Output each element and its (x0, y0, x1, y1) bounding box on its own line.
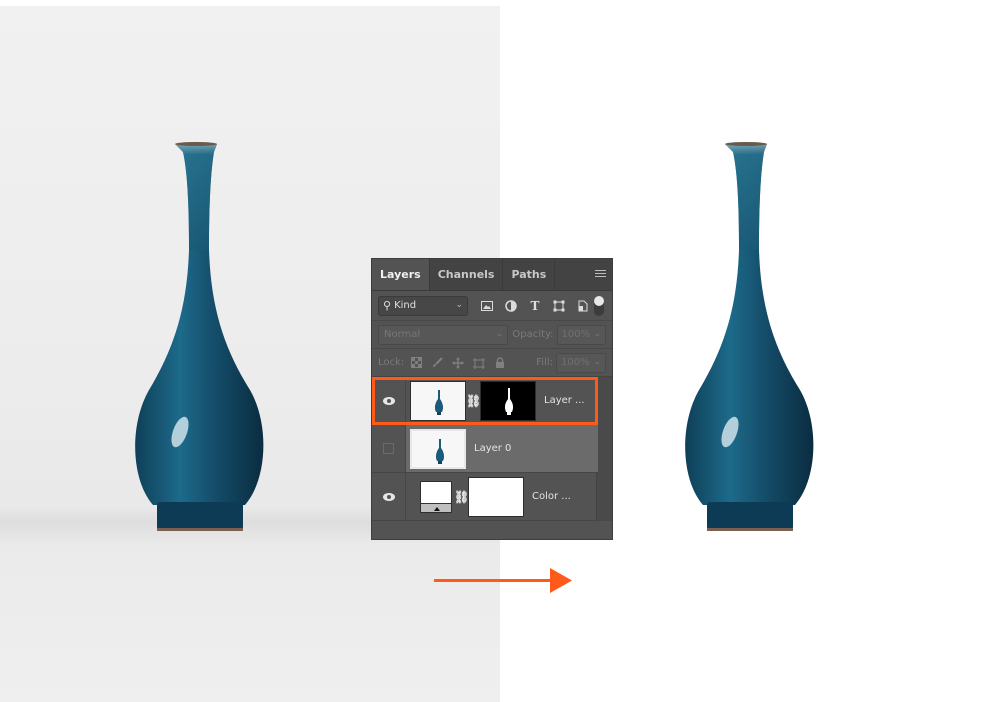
layer-row-masked[interactable]: ⛓ Layer ... (372, 377, 598, 425)
lock-row: Lock: Fill: 100% ⌄ (372, 349, 612, 377)
arrow-right-icon (434, 568, 572, 593)
image-filter-icon[interactable] (480, 299, 494, 313)
blend-mode-value: Normal (384, 328, 421, 340)
layer-row-color-fill[interactable]: ⛓ Color ... (372, 473, 598, 521)
lock-all-icon[interactable] (494, 356, 506, 369)
opacity-field[interactable]: 100% ⌄ (556, 324, 606, 345)
tab-paths-label: Paths (511, 268, 547, 281)
adjustment-filter-icon[interactable] (504, 299, 518, 313)
kind-filter-select[interactable]: ⚲ Kind ⌄ (378, 295, 468, 316)
eye-icon (382, 396, 395, 405)
mini-vase-thumbnail (435, 438, 445, 464)
lock-transparent-icon[interactable] (410, 357, 422, 369)
vase-after-graphic (685, 142, 814, 531)
mini-vase-thumbnail (434, 389, 444, 415)
vase-before-graphic (135, 142, 264, 531)
opacity-label: Opacity: (512, 329, 554, 340)
fill-field[interactable]: 100% ⌄ (556, 352, 606, 373)
layer-name: Color ... (532, 491, 571, 502)
opacity-value: 100% (561, 328, 591, 340)
panel-tabs: Layers Channels Paths (372, 259, 612, 291)
lock-icons (410, 356, 506, 369)
eye-icon (382, 492, 395, 501)
fill-value: 100% (561, 356, 590, 368)
kind-filter-label: Kind (394, 300, 417, 311)
color-fill-thumbnail (420, 480, 452, 513)
filter-icons: T (480, 299, 590, 313)
visibility-toggle[interactable] (372, 425, 406, 472)
chevron-down-icon: ⌄ (593, 328, 601, 339)
type-filter-icon[interactable]: T (528, 299, 542, 313)
chevron-down-icon: ⌄ (495, 328, 504, 339)
visibility-toggle[interactable] (372, 377, 406, 424)
vase-before (125, 140, 275, 540)
hidden-visibility-box (383, 443, 394, 454)
chevron-down-icon: ⌄ (455, 299, 463, 310)
layers-panel: Layers Channels Paths ⚲ Kind ⌄ T Normal … (371, 258, 613, 540)
lock-artboard-icon[interactable] (473, 357, 486, 369)
smart-object-filter-icon[interactable] (576, 299, 590, 313)
filter-toggle[interactable] (594, 295, 604, 316)
tab-paths[interactable]: Paths (503, 259, 556, 290)
layer-name: Layer 0 (474, 443, 512, 454)
tab-layers[interactable]: Layers (372, 259, 430, 290)
fill-label: Fill: (536, 357, 553, 368)
layers-list: ⛓ Layer ... Layer 0 ⛓ Color ... (372, 377, 612, 521)
blend-mode-select[interactable]: Normal ⌄ (378, 324, 509, 345)
tab-channels-label: Channels (437, 268, 495, 281)
lock-label: Lock: (378, 357, 405, 368)
layer-mask-thumbnail[interactable] (480, 380, 536, 421)
layer-thumbnail (410, 428, 466, 469)
search-icon: ⚲ (383, 299, 392, 312)
before-after-arrow (434, 568, 572, 594)
chevron-down-icon: ⌄ (593, 356, 601, 367)
mask-silhouette (504, 387, 514, 415)
layers-scrollbar[interactable] (596, 377, 612, 521)
vase-after (675, 140, 825, 540)
visibility-toggle[interactable] (372, 473, 406, 520)
shape-filter-icon[interactable] (552, 299, 566, 313)
layer-row-layer-0[interactable]: Layer 0 (372, 425, 598, 473)
layer-mask-thumbnail[interactable] (468, 476, 524, 517)
hamburger-menu-icon[interactable] (595, 270, 606, 279)
blend-row: Normal ⌄ Opacity: 100% ⌄ (372, 321, 612, 349)
filter-row: ⚲ Kind ⌄ T (372, 291, 612, 321)
lock-paint-icon[interactable] (431, 357, 443, 369)
tab-layers-label: Layers (380, 268, 421, 281)
link-icon[interactable]: ⛓ (454, 490, 469, 504)
layer-name: Layer ... (544, 395, 585, 406)
lock-move-icon[interactable] (452, 356, 465, 369)
tab-channels[interactable]: Channels (430, 259, 504, 290)
link-icon[interactable]: ⛓ (466, 394, 481, 408)
layer-thumbnail (410, 380, 466, 421)
